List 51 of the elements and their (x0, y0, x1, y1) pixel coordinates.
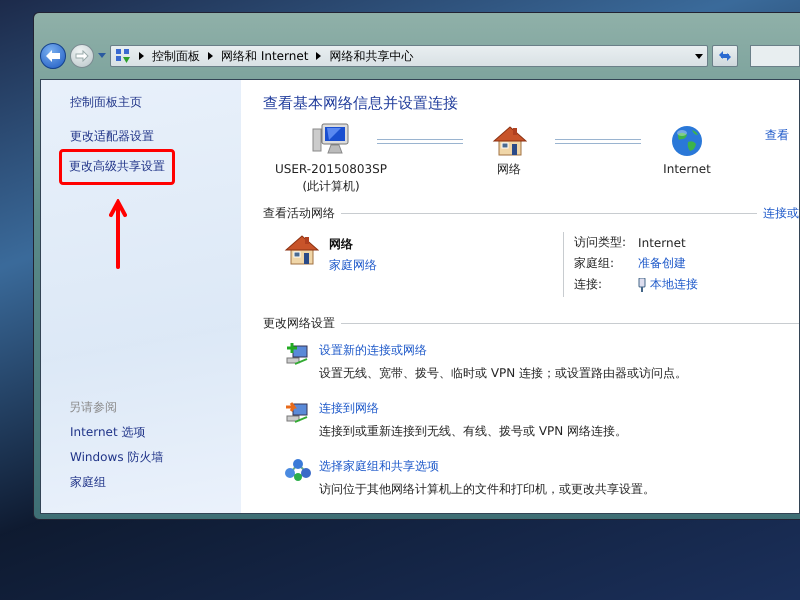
breadcrumb[interactable]: 网络和共享中心 (329, 48, 414, 64)
search-field[interactable] (750, 45, 800, 67)
forward-arrow-icon (75, 50, 89, 62)
ethernet-plug-icon (638, 278, 646, 292)
view-full-map-link[interactable]: 查看 (765, 127, 789, 144)
sidebar-link[interactable]: 更改高级共享设置 (68, 154, 166, 179)
breadcrumb[interactable]: 控制面板 (152, 48, 200, 64)
annotation-arrow-icon (109, 199, 127, 269)
back-button[interactable] (40, 43, 66, 69)
dropdown-caret-icon (98, 53, 106, 59)
node-label: USER-20150803SP (274, 161, 388, 178)
breadcrumb[interactable]: 网络和 Internet (221, 48, 308, 64)
page-title: 查看基本网络信息并设置连接 (263, 94, 459, 113)
see-also-link[interactable]: Internet 选项 (69, 420, 146, 445)
chevron-right-icon (139, 52, 144, 60)
homegroup-icon (285, 458, 311, 482)
task-link[interactable]: 选择家庭组和共享选项 (319, 458, 655, 475)
address-bar[interactable]: 控制面板 网络和 Internet 网络和共享中心 (110, 45, 708, 67)
node-label: 网络 (497, 161, 521, 178)
sidebar-link[interactable]: 更改适配器设置 (69, 124, 155, 149)
property-label: 访问类型: (574, 234, 626, 251)
forward-button[interactable] (70, 44, 94, 68)
task-description: 访问位于其他网络计算机上的文件和打印机，或更改共享设置。 (319, 481, 655, 498)
section-heading: 更改网络设置 (263, 315, 335, 332)
sidebar-link[interactable]: 控制面板主页 (69, 90, 143, 115)
see-also-heading: 另请参阅 (69, 399, 118, 416)
task-link[interactable]: 设置新的连接或网络 (319, 342, 688, 359)
back-arrow-icon (45, 49, 61, 63)
homegroup-link[interactable]: 准备创建 (638, 255, 686, 272)
connect-disconnect-link[interactable]: 连接或 (763, 205, 799, 222)
chevron-right-icon (316, 52, 322, 60)
connection-link[interactable]: 本地连接 (650, 276, 698, 293)
task-description: 设置无线、宽带、拨号、临时或 VPN 连接；或设置路由器或访问点。 (319, 365, 688, 382)
section-heading: 查看活动网络 (263, 205, 335, 222)
refresh-icon (717, 49, 733, 63)
see-also-link[interactable]: 家庭组 (69, 470, 107, 495)
task-link[interactable]: 连接到网络 (319, 400, 628, 417)
dropdown-caret-icon (695, 54, 703, 58)
refresh-button[interactable] (712, 45, 738, 67)
task-description: 连接到或重新连接到无线、有线、拨号或 VPN 网络连接。 (319, 423, 628, 440)
control-panel-icon (115, 48, 131, 64)
property-label: 连接: (574, 276, 604, 293)
network-type-link[interactable]: 家庭网络 (329, 257, 377, 274)
chevron-right-icon (208, 52, 213, 60)
node-sublabel: (此计算机) (302, 178, 360, 195)
property-label: 家庭组: (574, 255, 616, 272)
node-label: Internet (663, 161, 711, 178)
see-also-link[interactable]: Windows 防火墙 (69, 445, 164, 470)
network-name: 网络 (329, 236, 354, 253)
globe-icon (670, 124, 704, 158)
property-value: Internet (638, 236, 686, 250)
